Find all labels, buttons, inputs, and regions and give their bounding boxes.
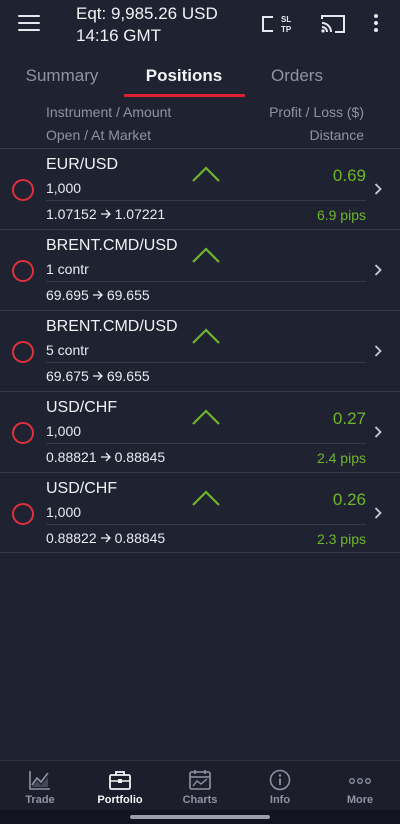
trend-up-icon — [192, 247, 220, 263]
position-row[interactable]: EUR/USD 1,000 0.69 1.07152 1.07221 6.9 p… — [0, 148, 400, 229]
open-market-prices: 0.88822 0.88845 — [46, 530, 165, 546]
nav-portfolio[interactable]: Portfolio — [80, 761, 160, 811]
trend-up-icon — [192, 490, 220, 506]
home-indicator[interactable] — [130, 815, 270, 819]
profit-loss-value: 0.27 — [332, 409, 366, 428]
header-instrument-amount: Instrument / Amount — [46, 104, 172, 120]
more-dots-icon — [349, 778, 371, 784]
header-open-at-market: Open / At Market — [46, 127, 152, 143]
overflow-menu-icon[interactable] — [371, 14, 381, 34]
trend-up-icon — [192, 409, 220, 425]
market-price: 0.88845 — [114, 449, 166, 465]
row-divider — [46, 524, 366, 525]
gesture-bar — [0, 810, 400, 824]
instrument-name: BRENT.CMD/USD — [46, 237, 178, 254]
nav-charts[interactable]: Charts — [160, 761, 240, 811]
row-divider — [46, 281, 366, 282]
position-row[interactable]: BRENT.CMD/USD 1 contr 69.695 69.655 — [0, 229, 400, 310]
bottom-navigation: Trade Portfolio Charts Info More — [0, 760, 400, 810]
position-amount: 1,000 — [46, 504, 82, 520]
close-position-radio[interactable] — [12, 179, 34, 201]
open-market-prices: 69.695 69.655 — [46, 287, 150, 303]
active-tab-indicator — [124, 94, 245, 97]
info-icon — [269, 769, 291, 791]
row-divider — [46, 200, 366, 201]
market-price: 69.655 — [106, 368, 150, 384]
arrow-right-icon — [92, 371, 103, 381]
position-amount: 1 contr — [46, 261, 89, 277]
header-profit-loss: Profit / Loss ($) — [269, 104, 364, 120]
open-price: 0.88822 — [46, 530, 97, 546]
open-market-prices: 1.07152 1.07221 — [46, 206, 165, 222]
market-price: 0.88845 — [114, 530, 166, 546]
profit-loss-value: 0.26 — [332, 490, 366, 509]
nav-charts-label: Charts — [182, 794, 218, 806]
tab-positions[interactable]: Positions — [138, 66, 230, 86]
chevron-right-icon[interactable] — [374, 264, 382, 276]
calendar-chart-icon — [189, 770, 211, 790]
instrument-name: USD/CHF — [46, 399, 118, 416]
nav-more[interactable]: More — [320, 761, 400, 811]
top-bar: Eqt: 9,985.26 USD 14:16 GMT SL TP — [0, 0, 400, 56]
nav-info-label: Info — [269, 794, 291, 806]
distance-value: 6.9 pips — [316, 207, 366, 223]
server-time: 14:16 GMT — [76, 26, 162, 45]
close-position-radio[interactable] — [12, 260, 34, 282]
arrow-right-icon — [92, 290, 103, 300]
position-row[interactable]: BRENT.CMD/USD 5 contr 69.675 69.655 — [0, 310, 400, 391]
close-position-radio[interactable] — [12, 341, 34, 363]
trend-up-icon — [192, 328, 220, 344]
distance-value: 2.3 pips — [316, 531, 366, 547]
cast-icon[interactable] — [320, 14, 346, 34]
nav-more-label: More — [346, 794, 374, 806]
distance-value: 2.4 pips — [316, 450, 366, 466]
row-divider — [46, 443, 366, 444]
portfolio-tabs: Summary Positions Orders — [0, 58, 400, 98]
equity-value: Eqt: 9,985.26 USD — [76, 4, 218, 23]
row-divider — [46, 362, 366, 363]
profit-loss-value: 0.69 — [332, 166, 366, 185]
header-distance: Distance — [309, 127, 364, 143]
market-price: 69.655 — [106, 287, 150, 303]
open-price: 69.695 — [46, 287, 89, 303]
open-price: 0.88821 — [46, 449, 97, 465]
instrument-name: BRENT.CMD/USD — [46, 318, 178, 335]
chevron-right-icon[interactable] — [374, 426, 382, 438]
nav-trade[interactable]: Trade — [0, 761, 80, 811]
tp-label: TP — [281, 25, 292, 34]
position-row[interactable]: USD/CHF 1,000 0.26 0.88822 0.88845 2.3 p… — [0, 472, 400, 553]
arrow-right-icon — [100, 533, 111, 543]
market-price: 1.07221 — [114, 206, 166, 222]
chevron-right-icon[interactable] — [374, 183, 382, 195]
nav-info[interactable]: Info — [240, 761, 320, 811]
briefcase-icon — [109, 771, 131, 790]
instrument-name: USD/CHF — [46, 480, 118, 497]
menu-icon[interactable] — [18, 15, 40, 31]
position-amount: 5 contr — [46, 342, 89, 358]
position-amount: 1,000 — [46, 180, 82, 196]
trade-chart-icon — [29, 771, 50, 790]
open-market-prices: 69.675 69.655 — [46, 368, 150, 384]
tab-orders[interactable]: Orders — [262, 66, 332, 86]
trend-up-icon — [192, 166, 220, 182]
close-position-radio[interactable] — [12, 422, 34, 444]
sl-tp-icon[interactable]: SL TP — [261, 13, 297, 35]
nav-trade-label: Trade — [25, 794, 55, 806]
sl-label: SL — [281, 15, 291, 24]
nav-portfolio-label: Portfolio — [97, 794, 143, 806]
open-price: 1.07152 — [46, 206, 97, 222]
tab-summary[interactable]: Summary — [24, 66, 100, 86]
close-position-radio[interactable] — [12, 503, 34, 525]
position-row[interactable]: USD/CHF 1,000 0.27 0.88821 0.88845 2.4 p… — [0, 391, 400, 472]
open-price: 69.675 — [46, 368, 89, 384]
chevron-right-icon[interactable] — [374, 345, 382, 357]
open-market-prices: 0.88821 0.88845 — [46, 449, 165, 465]
position-amount: 1,000 — [46, 423, 82, 439]
column-headers: Instrument / Amount Open / At Market Pro… — [0, 100, 400, 148]
positions-list: EUR/USD 1,000 0.69 1.07152 1.07221 6.9 p… — [0, 148, 400, 553]
chevron-right-icon[interactable] — [374, 507, 382, 519]
instrument-name: EUR/USD — [46, 156, 119, 173]
arrow-right-icon — [100, 209, 111, 219]
arrow-right-icon — [100, 452, 111, 462]
